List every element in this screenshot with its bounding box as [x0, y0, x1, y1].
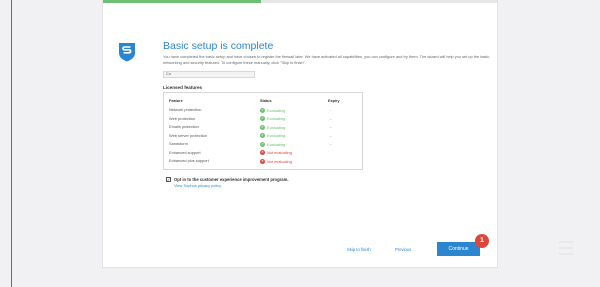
check-circle-icon: ✓ — [260, 116, 265, 121]
table-row: Emails protection ✓ Evaluating - — [164, 124, 362, 132]
check-circle-icon: ✓ — [260, 141, 265, 147]
column-header-status: Status — [260, 99, 272, 103]
table-header: Feature Status Expiry — [164, 93, 362, 105]
feature-status-text: Evaluating — [267, 107, 286, 113]
previous-link[interactable]: Previous — [395, 247, 411, 252]
table-row: Web server protection ✓ Evaluating - — [164, 133, 362, 141]
optin-label: Opt in to the customer experience improv… — [174, 177, 289, 182]
feature-status: × Not evaluating — [260, 150, 292, 156]
feature-expiry: - — [330, 107, 332, 112]
watermark-logo-icon — [559, 241, 573, 255]
feature-status-text: Not evaluating — [267, 158, 292, 164]
step-badge: 1 — [475, 234, 489, 248]
feature-status-text: Not evaluating — [267, 150, 292, 155]
feature-name: Network protection — [169, 107, 202, 112]
feature-name: Web protection — [169, 115, 196, 121]
licensed-features-table: Feature Status Expiry Network protection… — [163, 92, 363, 170]
feature-status: ✓ Evaluating — [260, 124, 285, 130]
wizard-progress-fill — [103, 0, 261, 3]
skip-to-finish-link[interactable]: Skip to finish — [347, 247, 371, 252]
wizard-progress-bar — [103, 0, 497, 3]
feature-expiry: - — [330, 132, 332, 138]
feature-expiry: - — [330, 124, 332, 129]
table-row: Enhanced support × Not evaluating — [164, 150, 362, 158]
feature-name: Enhanced support — [169, 149, 201, 155]
setup-wizard-card: Basic setup is complete You have complet… — [102, 0, 498, 268]
table-row: Network protection ✓ Evaluating - — [164, 107, 362, 115]
feature-name: Web server protection — [169, 132, 207, 138]
feature-status-text: Evaluating — [267, 141, 286, 147]
sophos-shield-icon — [119, 43, 135, 62]
feature-status: ✓ Evaluating — [260, 133, 285, 139]
customer-name-value: Cu — [166, 72, 171, 76]
window-edge — [11, 0, 12, 287]
table-row: Enhanced plus support × Not evaluating — [164, 158, 362, 166]
x-circle-icon: × — [260, 150, 265, 155]
customer-name-field[interactable]: Cu — [163, 71, 255, 78]
privacy-policy-link[interactable]: View Sophos privacy policy — [174, 183, 221, 188]
feature-name: Sandstorm — [169, 141, 188, 146]
feature-name: Emails protection — [169, 124, 199, 129]
table-row: Web protection ✓ Evaluating - — [164, 116, 362, 124]
feature-status: ✓ Evaluating — [260, 116, 285, 122]
feature-status-text: Evaluating — [267, 116, 286, 121]
check-circle-icon: ✓ — [260, 133, 265, 138]
check-circle-icon: ✓ — [260, 107, 265, 113]
feature-expiry: - — [330, 115, 332, 121]
page-title: Basic setup is complete — [163, 40, 274, 52]
feature-status: × Not evaluating — [260, 158, 292, 164]
check-circle-icon: ✓ — [260, 124, 265, 130]
licensed-features-heading: Licensed features — [163, 85, 203, 90]
feature-expiry: - — [330, 141, 332, 146]
intro-text: You have completed the basic setup and h… — [163, 54, 490, 65]
feature-status: ✓ Evaluating — [260, 107, 285, 113]
feature-status-text: Evaluating — [267, 124, 286, 130]
column-header-feature: Feature — [169, 99, 183, 103]
optin-checkbox[interactable]: ✓ — [166, 177, 171, 182]
continue-button[interactable]: Continue — [437, 242, 480, 256]
feature-name: Enhanced plus support — [169, 158, 209, 163]
column-header-expiry: Expiry — [328, 99, 340, 103]
x-circle-icon: × — [260, 158, 265, 164]
feature-status-text: Evaluating — [267, 133, 286, 138]
feature-status: ✓ Evaluating — [260, 141, 285, 147]
table-row: Sandstorm ✓ Evaluating - — [164, 141, 362, 149]
